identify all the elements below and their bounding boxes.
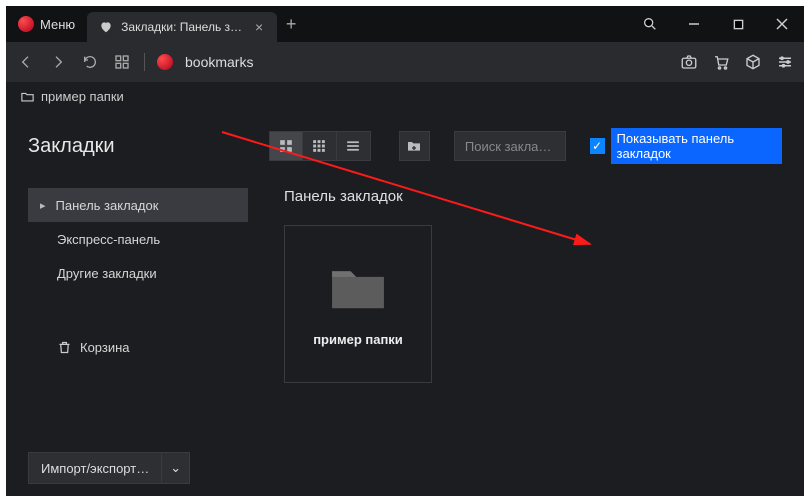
small-tiles-icon xyxy=(312,139,326,153)
bookmark-folder-card[interactable]: пример папки xyxy=(284,225,432,383)
browser-tab[interactable]: Закладки: Панель закладок × xyxy=(87,12,277,42)
speed-dial-button[interactable] xyxy=(112,52,132,72)
snapshot-icon[interactable] xyxy=(680,53,698,71)
heart-icon xyxy=(99,20,113,34)
sidebar-item-trash[interactable]: Корзина xyxy=(28,330,248,364)
cube-icon[interactable] xyxy=(744,53,762,71)
sidebar-item-label: Другие закладки xyxy=(57,266,157,281)
section-title: Панель закладок xyxy=(284,188,782,205)
tab-close-button[interactable]: × xyxy=(251,19,267,35)
large-tiles-icon xyxy=(279,139,293,153)
forward-button[interactable] xyxy=(48,52,68,72)
trash-icon xyxy=(57,340,72,355)
grid-icon xyxy=(114,54,130,70)
search-icon xyxy=(642,16,658,32)
back-button[interactable] xyxy=(16,52,36,72)
close-window-button[interactable] xyxy=(760,6,804,42)
import-export-button[interactable]: Импорт/экспорт… xyxy=(28,452,162,484)
add-folder-icon xyxy=(406,138,422,154)
search-placeholder: Поиск закла… xyxy=(465,139,551,154)
search-input[interactable]: Поиск закла… xyxy=(454,131,566,161)
sidebar: Панель закладок Экспресс-панель Другие з… xyxy=(28,188,248,484)
import-export-label: Импорт/экспорт… xyxy=(41,461,149,476)
list-icon xyxy=(346,139,360,153)
import-export-group: Импорт/экспорт… ⌄ xyxy=(28,452,248,484)
minimize-button[interactable] xyxy=(672,6,716,42)
page-title: Закладки xyxy=(28,135,115,158)
close-icon xyxy=(776,18,788,30)
sidebar-item-other-bookmarks[interactable]: Другие закладки xyxy=(28,256,248,290)
bookmark-bar-item[interactable]: пример папки xyxy=(41,89,124,104)
folder-icon xyxy=(20,89,35,104)
page-content: Закладки Поиск закла… ✓ Показыв xyxy=(6,110,804,496)
view-large-tiles-button[interactable] xyxy=(269,131,303,161)
tab-title: Закладки: Панель закладок xyxy=(121,20,243,34)
divider xyxy=(144,53,145,71)
menu-label: Меню xyxy=(40,17,75,32)
minimize-icon xyxy=(688,18,700,30)
sidebar-item-label: Панель закладок xyxy=(56,198,159,213)
titlebar: Меню Закладки: Панель закладок × + xyxy=(6,6,804,42)
checkbox-label: Показывать панель закладок xyxy=(611,128,782,164)
chevron-left-icon xyxy=(18,54,34,70)
folder-large-icon xyxy=(328,262,388,312)
folder-label: пример папки xyxy=(313,332,403,347)
show-bookmarks-bar-checkbox[interactable]: ✓ Показывать панель закладок xyxy=(590,128,782,164)
reload-icon xyxy=(82,54,98,70)
sidebar-item-label: Экспресс-панель xyxy=(57,232,160,247)
chevron-right-icon xyxy=(50,54,66,70)
opera-logo-icon xyxy=(18,16,34,32)
bookmark-bar: пример папки xyxy=(6,82,804,110)
sidebar-item-bookmarks-bar[interactable]: Панель закладок xyxy=(28,188,248,222)
menu-button[interactable]: Меню xyxy=(6,6,87,42)
sidebar-item-speed-dial[interactable]: Экспресс-панель xyxy=(28,222,248,256)
main-area: Панель закладок пример папки xyxy=(248,188,782,484)
view-mode-group xyxy=(269,131,371,161)
checkbox-checked-icon: ✓ xyxy=(590,138,605,154)
maximize-icon xyxy=(733,19,744,30)
reload-button[interactable] xyxy=(80,52,100,72)
view-list-button[interactable] xyxy=(337,131,371,161)
maximize-button[interactable] xyxy=(716,6,760,42)
new-tab-button[interactable]: + xyxy=(277,14,305,35)
opera-url-icon xyxy=(157,54,173,70)
sidebar-item-label: Корзина xyxy=(80,340,130,355)
add-folder-button[interactable] xyxy=(399,131,430,161)
chevron-down-icon: ⌄ xyxy=(170,460,181,476)
search-tabs-button[interactable] xyxy=(628,6,672,42)
address-bar: bookmarks xyxy=(6,42,804,82)
import-export-dropdown-button[interactable]: ⌄ xyxy=(162,452,190,484)
url-text[interactable]: bookmarks xyxy=(185,54,253,70)
easy-setup-icon[interactable] xyxy=(776,53,794,71)
shopping-cart-icon[interactable] xyxy=(712,53,730,71)
view-small-tiles-button[interactable] xyxy=(303,131,337,161)
